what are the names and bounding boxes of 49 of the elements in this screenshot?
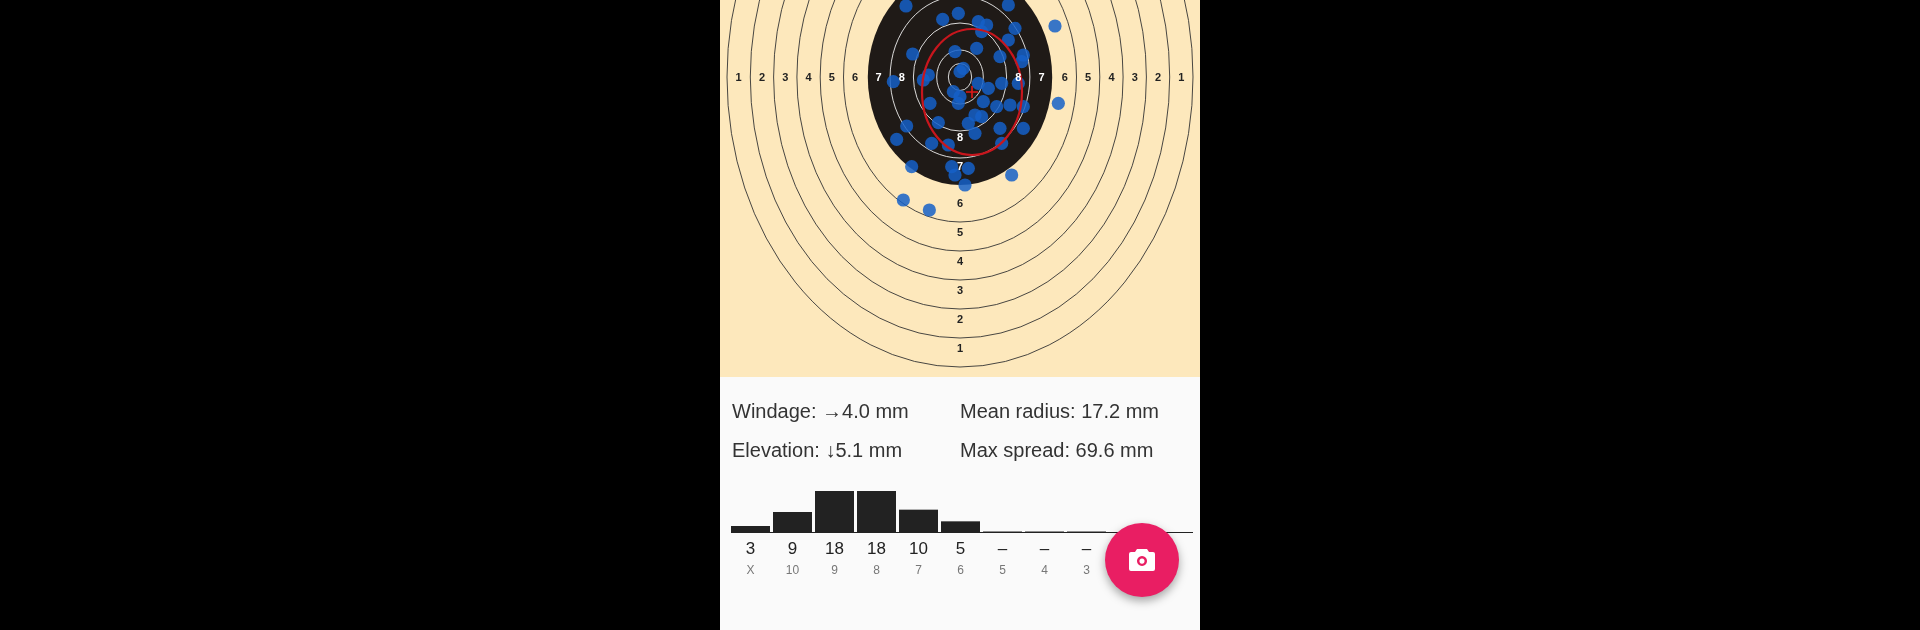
ring-number: 5 (828, 71, 835, 83)
ring-number: 6 (852, 71, 859, 83)
ring-number: 1 (956, 342, 964, 355)
ring-number: 3 (956, 284, 964, 297)
stat-text: Elevation: ↓5.1 mm (732, 438, 904, 463)
bar-label: 9 (831, 563, 838, 577)
ring-number: 6 (1061, 71, 1068, 83)
ring-number: 7 (1038, 71, 1045, 83)
ring-number: 1 (735, 71, 742, 83)
bar-value: – (1081, 538, 1092, 558)
ring-number: 2 (758, 71, 765, 83)
stat-text: Windage: →4.0 mm (732, 399, 910, 424)
ring-number: 5 (1085, 71, 1092, 83)
ring-number: 8 (1015, 71, 1022, 83)
bar-value: 10 (909, 538, 928, 558)
camera-icon (1129, 549, 1155, 571)
ring-number: 8 (956, 131, 964, 144)
bar-label: 10 (785, 563, 800, 577)
bar-value: 5 (955, 538, 966, 558)
center-cross-icon (965, 85, 979, 99)
bar-label: 6 (957, 563, 964, 577)
ring-number: 8 (898, 71, 905, 83)
ring-number: 3 (782, 71, 789, 83)
bar-label: 5 (999, 563, 1006, 577)
ring-number: 6 (956, 197, 964, 210)
camera-button[interactable] (1105, 523, 1179, 597)
bar-value: 18 (825, 538, 844, 558)
bar-value: 9 (787, 538, 798, 558)
ring-number: 5 (956, 226, 964, 239)
ring-number: 4 (1108, 71, 1115, 83)
bar-value: – (997, 538, 1008, 558)
ring-number: 4 (805, 71, 812, 83)
ring-number: 7 (956, 160, 964, 173)
bar-label: 3 (1083, 563, 1090, 577)
bar-label: 4 (1041, 563, 1048, 577)
bar-label: 8 (873, 563, 880, 577)
ring-number: 7 (875, 71, 882, 83)
bar-label: X (746, 563, 755, 577)
bar-value: 18 (867, 538, 886, 558)
ring-number: 2 (1155, 71, 1162, 83)
bar-value: – (1039, 538, 1050, 558)
bar-value: 3 (745, 538, 756, 558)
ring-number: 3 (1131, 71, 1138, 83)
ring-number: 1 (1178, 71, 1185, 83)
stat-text: Mean radius: 17.2 mm (960, 399, 1160, 424)
stat-text: Max spread: 69.6 mm (960, 438, 1155, 463)
bar-label: 7 (915, 563, 922, 577)
ring-number: 4 (956, 255, 964, 268)
ring-number: 2 (956, 313, 964, 326)
